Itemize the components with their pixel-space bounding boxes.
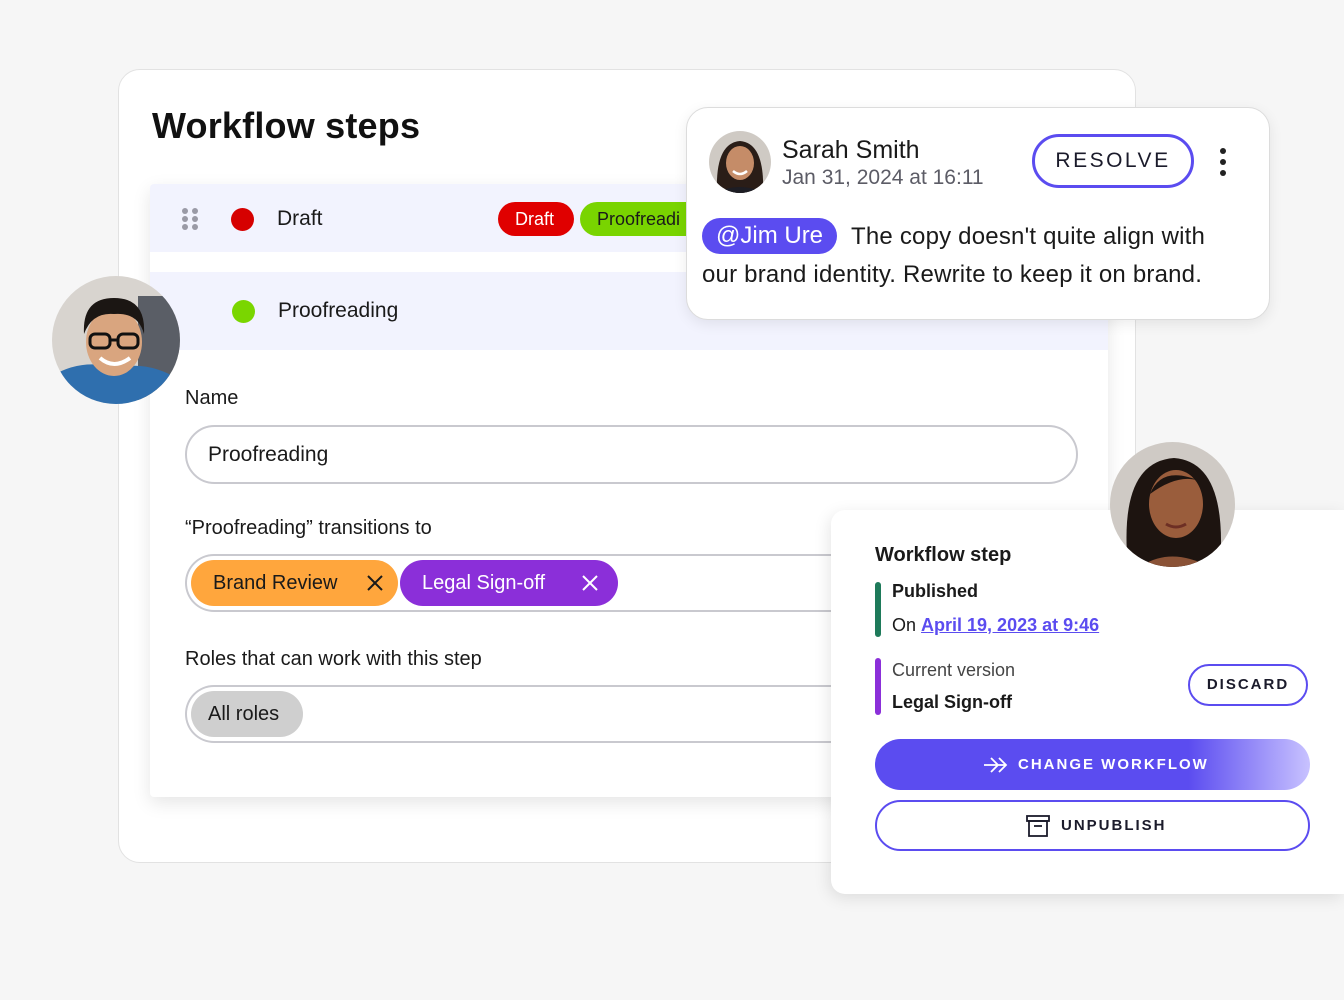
arrow-right-icon	[984, 757, 1008, 773]
step-label: Proofreading	[278, 299, 399, 322]
comment-author: Sarah Smith	[782, 136, 920, 164]
change-workflow-label: CHANGE WORKFLOW	[1018, 756, 1209, 773]
transition-tag-legal-sign-off[interactable]: Legal Sign-off	[400, 560, 618, 606]
avatar-commenter	[709, 131, 771, 193]
comment-text-line-1: The copy doesn't quite align with	[851, 223, 1206, 250]
page-title: Workflow steps	[152, 105, 421, 146]
workflow-card-title: Workflow step	[875, 544, 1012, 566]
tag-label: Brand Review	[213, 572, 338, 594]
comment-date: Jan 31, 2024 at 16:11	[782, 166, 984, 189]
more-vertical-icon[interactable]	[1219, 148, 1227, 178]
archive-icon	[1026, 815, 1050, 837]
change-workflow-button[interactable]: CHANGE WORKFLOW	[875, 739, 1310, 790]
discard-button[interactable]: DISCARD	[1188, 664, 1308, 706]
version-status-bar	[875, 658, 881, 715]
current-version-value: Legal Sign-off	[892, 692, 1012, 712]
unpublish-button[interactable]: UNPUBLISH	[875, 800, 1310, 851]
transition-chip-proofreading: Proofreadi	[580, 202, 690, 236]
name-input[interactable]: Proofreading	[185, 425, 1078, 484]
name-label: Name	[185, 387, 239, 409]
published-date-line: On April 19, 2023 at 9:46	[892, 615, 1099, 636]
close-icon[interactable]	[581, 574, 599, 592]
step-label: Draft	[277, 207, 323, 230]
avatar-approver	[1110, 442, 1235, 567]
published-on-prefix: On	[892, 615, 917, 635]
comment-text-line-2: our brand identity. Rewrite to keep it o…	[702, 261, 1203, 288]
tag-label: Legal Sign-off	[422, 572, 546, 594]
published-date-link[interactable]: April 19, 2023 at 9:46	[921, 615, 1099, 635]
published-status-bar	[875, 582, 881, 637]
step-color-dot	[231, 208, 254, 231]
transition-chip-draft: Draft	[498, 202, 574, 236]
current-version-label: Current version	[892, 660, 1016, 680]
close-icon[interactable]	[366, 574, 384, 592]
mention-tag[interactable]: @Jim Ure	[702, 218, 838, 254]
drag-handle-icon[interactable]	[182, 208, 200, 230]
transitions-label: “Proofreading” transitions to	[185, 517, 432, 539]
roles-label: Roles that can work with this step	[185, 648, 482, 670]
name-input-value: Proofreading	[208, 443, 329, 466]
unpublish-label: UNPUBLISH	[1061, 817, 1167, 834]
resolve-button[interactable]: RESOLVE	[1032, 134, 1194, 188]
avatar-reviewer	[52, 276, 180, 404]
step-color-dot	[232, 300, 255, 323]
transition-tag-brand-review[interactable]: Brand Review	[191, 560, 398, 606]
published-status: Published	[892, 581, 979, 601]
role-tag-all-roles[interactable]: All roles	[191, 691, 303, 737]
